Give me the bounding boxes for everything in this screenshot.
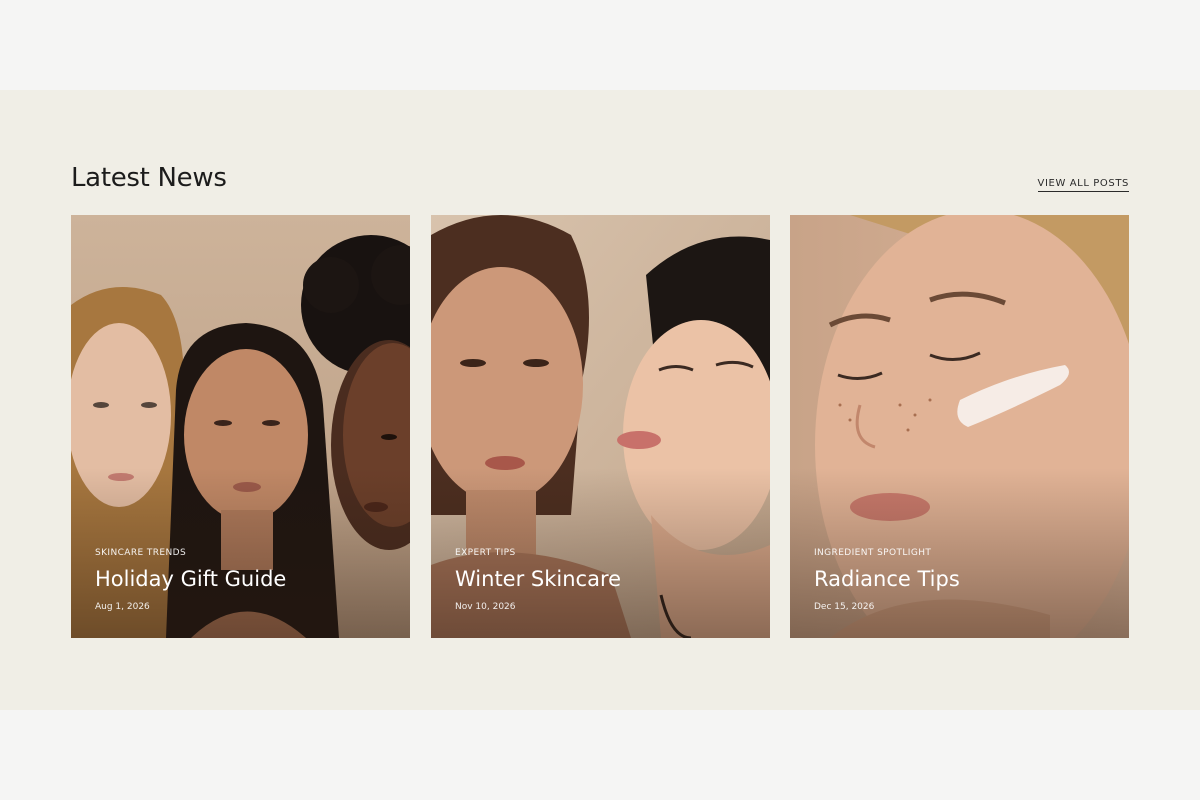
post-title[interactable]: Radiance Tips [814,566,1109,592]
post-date: Dec 15, 2026 [814,602,875,612]
post-card-winter-skincare[interactable]: EXPERT TIPS Winter Skincare Nov 10, 2026 [431,215,770,638]
section-title: Latest News [71,163,227,193]
post-category: EXPERT TIPS [455,548,516,558]
post-card-radiance-tips[interactable]: INGREDIENT SPOTLIGHT Radiance Tips Dec 1… [790,215,1129,638]
post-title[interactable]: Holiday Gift Guide [95,566,390,592]
post-category: INGREDIENT SPOTLIGHT [814,548,932,558]
post-date: Aug 1, 2026 [95,602,150,612]
post-category: SKINCARE TRENDS [95,548,187,558]
post-card-holiday-gift-guide[interactable]: SKINCARE TRENDS Holiday Gift Guide Aug 1… [71,215,410,638]
post-title[interactable]: Winter Skincare [455,566,750,592]
page-footer-space [0,710,1200,800]
view-all-posts-link[interactable]: VIEW ALL POSTS [1037,178,1129,192]
post-date: Nov 10, 2026 [455,602,516,612]
